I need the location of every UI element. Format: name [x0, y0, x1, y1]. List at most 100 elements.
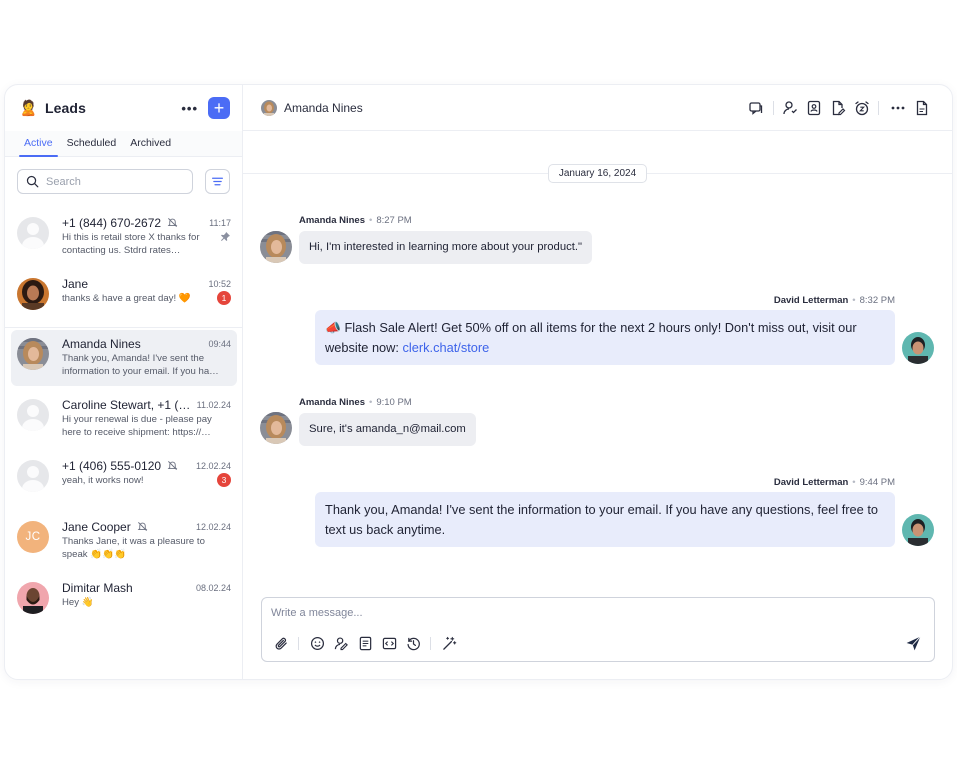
conversation-snippet: Thank you, Amanda! I've sent the informa…	[62, 353, 219, 377]
message-sender: David Letterman	[773, 295, 849, 306]
contact-name[interactable]: Amanda Nines	[284, 101, 363, 115]
attach-icon[interactable]	[274, 636, 289, 651]
conversation-tabs: Active Scheduled Archived	[5, 131, 242, 157]
message-input[interactable]	[271, 607, 871, 619]
conversation-time: 12.02.24	[195, 460, 231, 471]
conversation-item[interactable]: +1 (406) 555-0120 12.02.24 yeah, it work…	[11, 452, 237, 508]
conversation-sidebar: 🙎 Leads ••• + Active Scheduled Archived	[5, 85, 243, 679]
conversation-item[interactable]: +1 (844) 670-2672 11:17 Hi this is retai…	[11, 209, 237, 265]
conversation-name: +1 (406) 555-0120	[62, 458, 162, 473]
tab-active[interactable]: Active	[17, 137, 60, 157]
send-icon[interactable]	[905, 635, 922, 652]
sidebar-more-button[interactable]: •••	[181, 101, 198, 116]
conversation-time: 09:44	[208, 338, 231, 349]
new-conversation-button[interactable]: +	[208, 97, 230, 119]
conversation-time: 12.02.24	[195, 521, 231, 532]
muted-bell-icon	[167, 460, 178, 471]
conversation-snippet: Hi this is retail store X thanks for con…	[62, 232, 200, 256]
message-time: 9:10 PM	[376, 397, 412, 408]
template-icon[interactable]	[358, 636, 373, 651]
conversation-item[interactable]: Amanda Nines 09:44 Thank you, Amanda! I'…	[11, 330, 237, 386]
message-meta: David Letterman • 9:44 PM	[773, 477, 895, 488]
message-meta: Amanda Nines • 8:27 PM	[299, 215, 412, 226]
conversation-name: Caroline Stewart, +1 (5…	[62, 397, 193, 412]
conversation-time: 11.02.24	[196, 399, 231, 410]
conversation-time: 08.02.24	[195, 582, 231, 593]
avatar: JC	[17, 521, 49, 553]
message-sender: Amanda Nines	[299, 397, 365, 408]
avatar	[17, 582, 49, 614]
document-icon[interactable]	[914, 100, 930, 116]
edit-document-icon[interactable]	[830, 100, 846, 116]
search-input[interactable]	[46, 175, 176, 188]
separator	[298, 637, 299, 650]
message-bubble-incoming[interactable]: Hi, I'm interested in learning more abou…	[299, 231, 593, 264]
message-composer	[261, 597, 935, 662]
conversation-snippet: thanks & have a great day! 🧡	[62, 293, 191, 304]
separator	[773, 101, 774, 115]
contact-card-icon[interactable]	[806, 100, 822, 116]
message-bubble-outgoing[interactable]: 📣 Flash Sale Alert! Get 50% off on all i…	[315, 310, 895, 365]
chat-bubbles-icon[interactable]	[748, 100, 764, 116]
pin-icon	[220, 231, 231, 242]
date-divider: January 16, 2024	[548, 164, 647, 183]
avatar	[17, 399, 49, 431]
sender-avatar	[902, 332, 934, 364]
more-icon[interactable]	[890, 100, 906, 116]
message-bubble-outgoing[interactable]: Thank you, Amanda! I've sent the informa…	[315, 492, 895, 547]
avatar	[17, 217, 49, 249]
message-bubble-incoming[interactable]: Sure, it's amanda_n@mail.com	[299, 413, 476, 446]
message-time: 8:27 PM	[376, 215, 412, 226]
conversation-item[interactable]: Caroline Stewart, +1 (5… 11.02.24 Hi you…	[11, 391, 237, 447]
search-box[interactable]	[17, 169, 193, 194]
schedule-icon[interactable]	[406, 636, 421, 651]
leads-folder-icon: 🙎	[19, 100, 38, 117]
snooze-clock-icon[interactable]	[854, 100, 870, 116]
conversation-name: Amanda Nines	[62, 336, 141, 351]
separator	[878, 101, 879, 115]
avatar	[17, 460, 49, 492]
chat-panel: Amanda Nines January 16, 2024 Amanda Nin…	[243, 85, 952, 679]
code-icon[interactable]	[382, 636, 397, 651]
message-text: website now:	[325, 339, 403, 355]
messaging-app: 🙎 Leads ••• + Active Scheduled Archived	[4, 84, 953, 680]
sidebar-header: 🙎 Leads ••• +	[5, 85, 242, 131]
filter-icon	[211, 175, 224, 188]
filter-button[interactable]	[205, 169, 230, 194]
search-row	[5, 157, 242, 202]
contact-share-icon[interactable]	[334, 636, 349, 651]
muted-bell-icon	[137, 521, 148, 532]
conversation-name: +1 (844) 670-2672	[62, 215, 162, 230]
tab-archived[interactable]: Archived	[123, 137, 178, 156]
conversation-name: Jane Cooper	[62, 519, 131, 534]
sidebar-title: Leads	[45, 100, 86, 116]
message-sender: Amanda Nines	[299, 215, 365, 226]
message-sender: David Letterman	[773, 477, 849, 488]
sender-avatar	[902, 514, 934, 546]
avatar	[17, 278, 49, 310]
emoji-icon[interactable]	[310, 636, 325, 651]
muted-bell-icon	[167, 217, 178, 228]
tab-scheduled[interactable]: Scheduled	[60, 137, 124, 156]
sender-avatar	[260, 231, 292, 263]
message-text: 📣 Flash Sale Alert! Get 50% off on all i…	[325, 320, 857, 335]
message-time: 9:44 PM	[859, 477, 895, 488]
unread-badge: 3	[217, 473, 231, 487]
unread-badge: 1	[217, 291, 231, 305]
avatar	[17, 338, 49, 370]
conversation-item[interactable]: Jane 10:52 thanks & have a great day! 🧡 …	[11, 270, 237, 326]
assign-user-icon[interactable]	[782, 100, 798, 116]
conversation-item[interactable]: JC Jane Cooper 12.02.24 Thanks Jane, it …	[11, 513, 237, 569]
conversation-snippet: Thanks Jane, it was a pleasure to speak …	[62, 536, 205, 560]
conversation-snippet: Hi your renewal is due - please pay here…	[62, 414, 212, 438]
divider	[5, 327, 242, 328]
message-meta: David Letterman • 8:32 PM	[773, 295, 895, 306]
separator	[430, 637, 431, 650]
contact-avatar[interactable]	[261, 99, 277, 116]
conversation-item[interactable]: Dimitar Mash 08.02.24 Hey 👋	[11, 574, 237, 630]
conversation-name: Dimitar Mash	[62, 580, 133, 595]
message-link[interactable]: clerk.chat/store	[403, 340, 490, 355]
magic-wand-icon[interactable]	[442, 636, 457, 651]
conversation-name: Jane	[62, 276, 89, 291]
conversation-snippet: yeah, it works now!	[62, 475, 144, 486]
